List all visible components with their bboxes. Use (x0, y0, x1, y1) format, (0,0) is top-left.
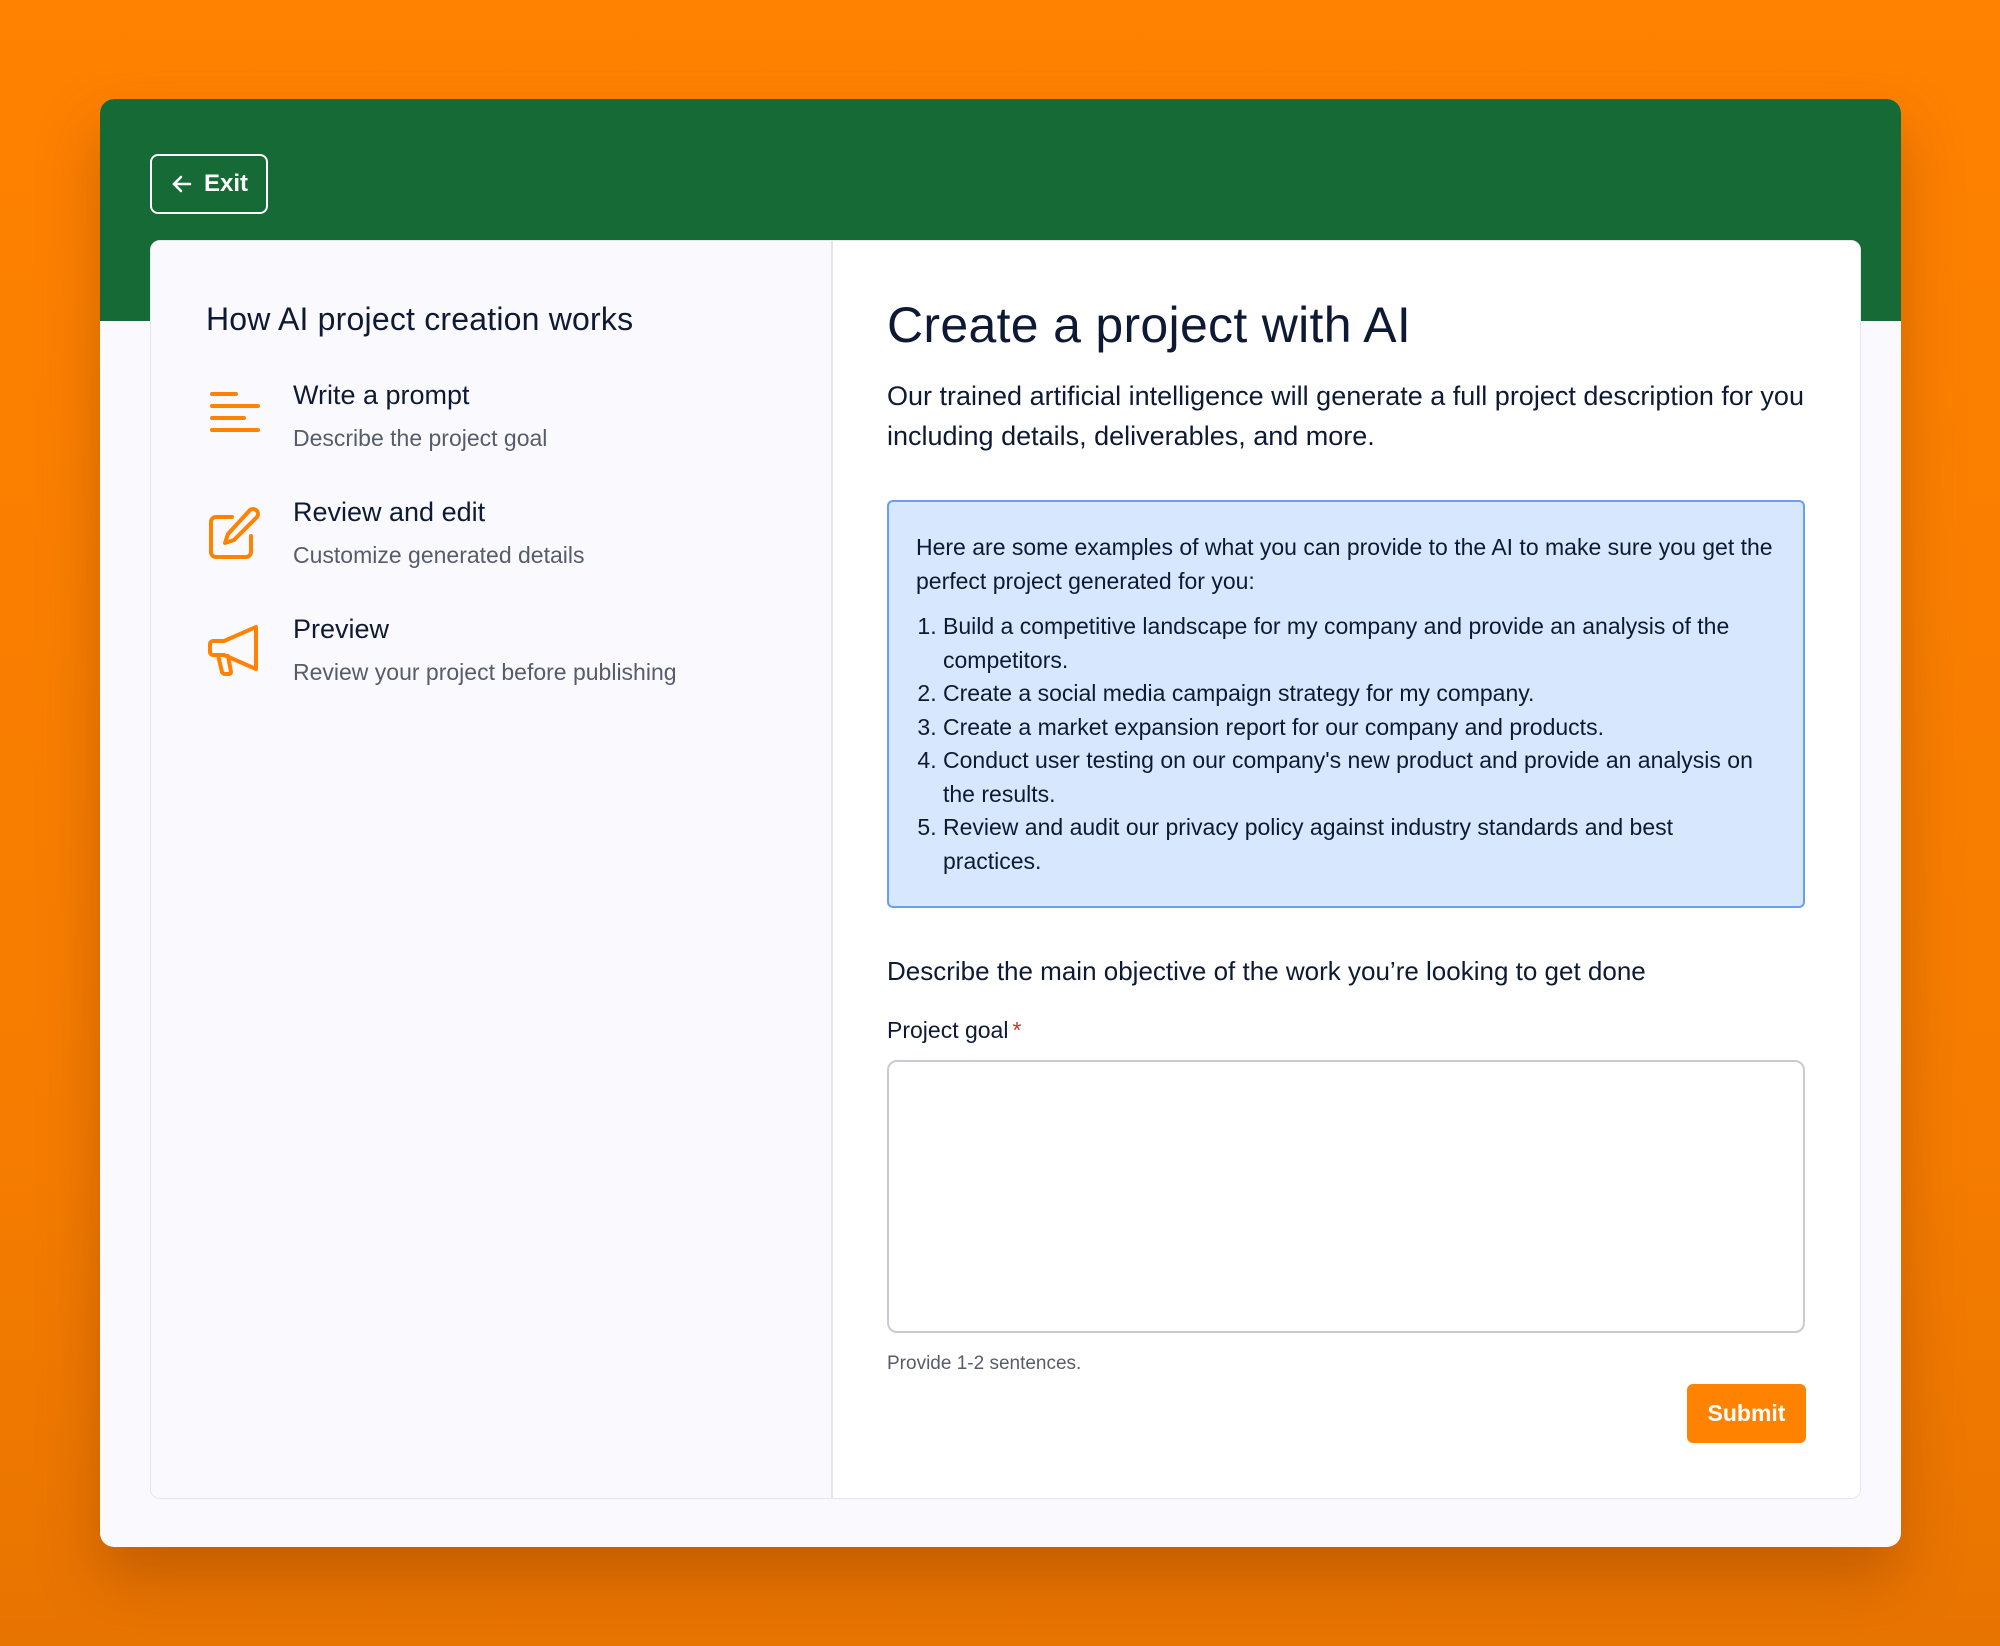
step-description: Review your project before publishing (293, 659, 677, 685)
list-item: Conduct user testing on our company's ne… (943, 744, 1777, 811)
examples-lead: Here are some examples of what you can p… (916, 534, 1773, 594)
project-goal-label-text: Project goal (887, 1017, 1009, 1043)
step-description: Customize generated details (293, 542, 585, 568)
project-goal-hint: Provide 1-2 sentences. (887, 1353, 1082, 1374)
step-review-edit: Review and edit Customize generated deta… (206, 497, 776, 569)
step-description: Describe the project goal (293, 425, 548, 451)
create-project-form: Create a project with AI Our trained art… (833, 241, 1860, 1498)
step-title: Write a prompt (293, 380, 470, 410)
required-marker: * (1012, 1017, 1022, 1043)
edit-pencil-icon (206, 505, 263, 562)
list-item: Build a competitive landscape for my com… (943, 610, 1777, 677)
how-it-works-title: How AI project creation works (206, 301, 634, 337)
app-window: Exit How AI project creation works Write… (100, 99, 1901, 1547)
how-it-works-panel: How AI project creation works Write a pr… (151, 241, 833, 1498)
step-preview: Preview Review your project before publi… (206, 614, 776, 686)
intro-text: Our trained artificial intelligence will… (887, 381, 1804, 451)
page-title: Create a project with AI (887, 297, 1412, 353)
project-goal-label: Project goal * (887, 1017, 1805, 1044)
megaphone-icon (206, 622, 263, 679)
project-goal-input[interactable] (887, 1060, 1805, 1333)
examples-box: Here are some examples of what you can p… (887, 500, 1805, 908)
examples-list: Build a competitive landscape for my com… (916, 610, 1777, 878)
content-card: How AI project creation works Write a pr… (150, 240, 1861, 1499)
objective-heading: Describe the main objective of the work … (887, 956, 1646, 986)
exit-button[interactable]: Exit (150, 154, 268, 214)
exit-label: Exit (203, 170, 248, 197)
list-item: Create a market expansion report for our… (943, 711, 1777, 745)
submit-button[interactable]: Submit (1687, 1384, 1806, 1443)
step-title: Preview (293, 614, 390, 644)
text-lines-icon (206, 388, 263, 445)
list-item: Review and audit our privacy policy agai… (943, 811, 1777, 878)
list-item: Create a social media campaign strategy … (943, 677, 1777, 711)
arrow-left-icon (172, 175, 192, 193)
step-title: Review and edit (293, 497, 486, 527)
step-write-prompt: Write a prompt Describe the project goal (206, 380, 776, 452)
